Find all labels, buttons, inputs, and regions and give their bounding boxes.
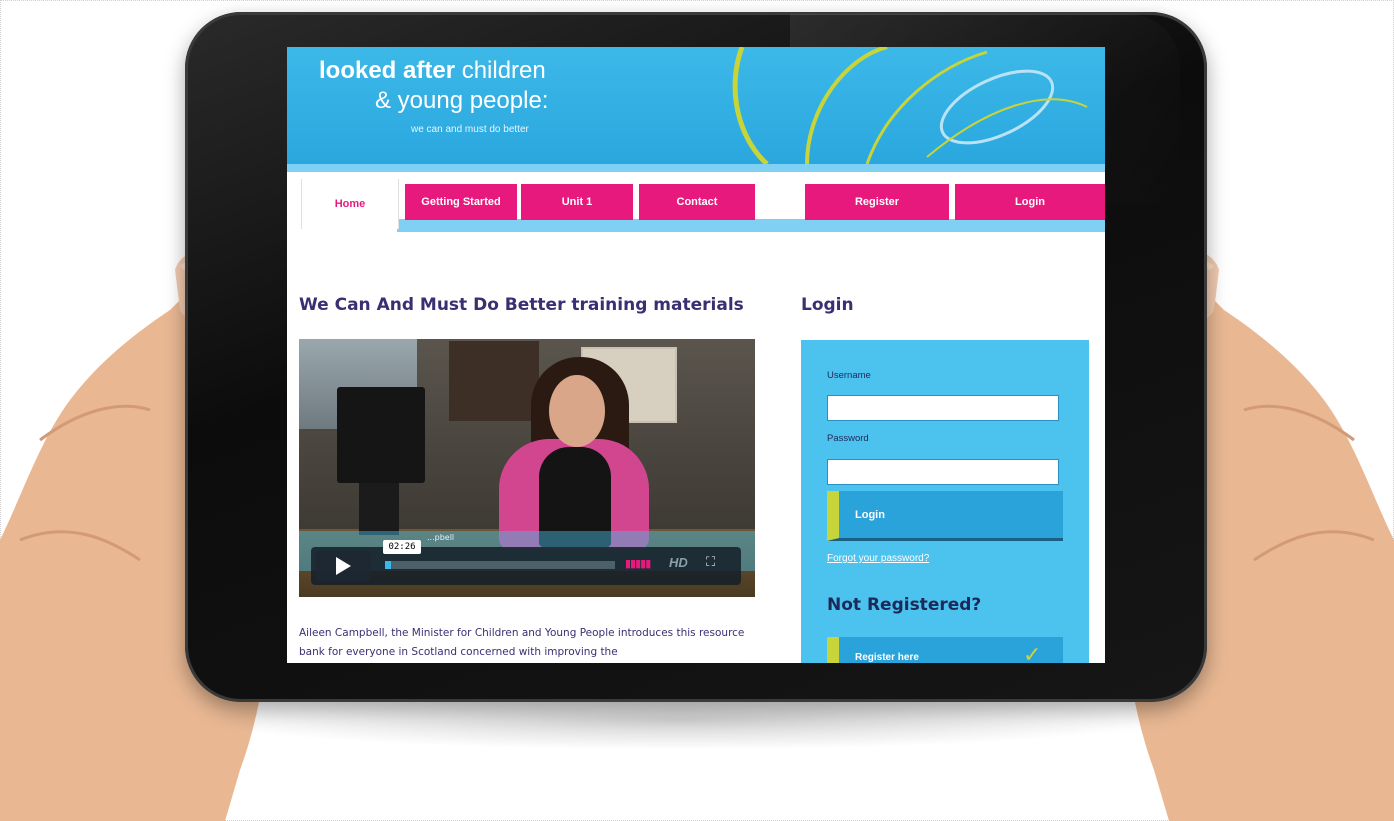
video-frame-person-face bbox=[549, 375, 605, 447]
forgot-password-link[interactable]: Forgot your password? bbox=[827, 553, 929, 564]
nav-underline bbox=[395, 219, 1105, 232]
video-caption: ...pbell bbox=[427, 533, 455, 542]
volume-icon[interactable]: ▮▮▮▮▮ bbox=[625, 557, 651, 570]
nav-home-tab[interactable]: Home bbox=[301, 179, 399, 229]
tablet-screen: looked after children & young people: we… bbox=[287, 47, 1105, 663]
username-input[interactable] bbox=[827, 395, 1059, 421]
video-frame-monitor-stand bbox=[359, 479, 399, 535]
login-button[interactable]: Login bbox=[827, 491, 1063, 541]
fullscreen-icon[interactable]: ⛶ bbox=[706, 555, 715, 570]
not-registered-heading: Not Registered? bbox=[827, 595, 982, 615]
video-progress-fill bbox=[385, 561, 391, 569]
video-frame-monitor bbox=[337, 387, 425, 483]
logo-line-1: looked after children bbox=[319, 57, 546, 84]
logo-line-2: & young people: bbox=[375, 87, 549, 114]
nav-contact[interactable]: Contact bbox=[639, 184, 755, 220]
banner-stripe bbox=[287, 164, 1105, 172]
nav-getting-started[interactable]: Getting Started bbox=[405, 184, 517, 220]
video-time-tooltip: 02:26 bbox=[383, 540, 421, 554]
page-title: We Can And Must Do Better training mater… bbox=[299, 295, 744, 315]
play-button[interactable] bbox=[315, 551, 371, 581]
header-banner: looked after children & young people: we… bbox=[287, 47, 1105, 164]
login-heading: Login bbox=[801, 295, 854, 315]
play-icon bbox=[336, 557, 351, 575]
logo-tagline: we can and must do better bbox=[411, 124, 529, 135]
intro-text: Aileen Campbell, the Minister for Childr… bbox=[299, 627, 745, 658]
username-label: Username bbox=[827, 370, 871, 381]
nav-unit-1[interactable]: Unit 1 bbox=[521, 184, 633, 220]
video-frame-painting bbox=[449, 341, 539, 421]
password-label: Password bbox=[827, 433, 869, 444]
nav-login[interactable]: Login bbox=[955, 184, 1105, 220]
password-input[interactable] bbox=[827, 459, 1059, 485]
hd-toggle[interactable]: HD bbox=[669, 555, 688, 570]
video-progress-bar[interactable] bbox=[385, 561, 615, 569]
nav-register[interactable]: Register bbox=[805, 184, 949, 220]
video-player[interactable]: ...pbell 02:26 ▮▮▮▮▮ HD ⛶ bbox=[299, 339, 755, 597]
check-icon: ✓ bbox=[1023, 643, 1042, 663]
